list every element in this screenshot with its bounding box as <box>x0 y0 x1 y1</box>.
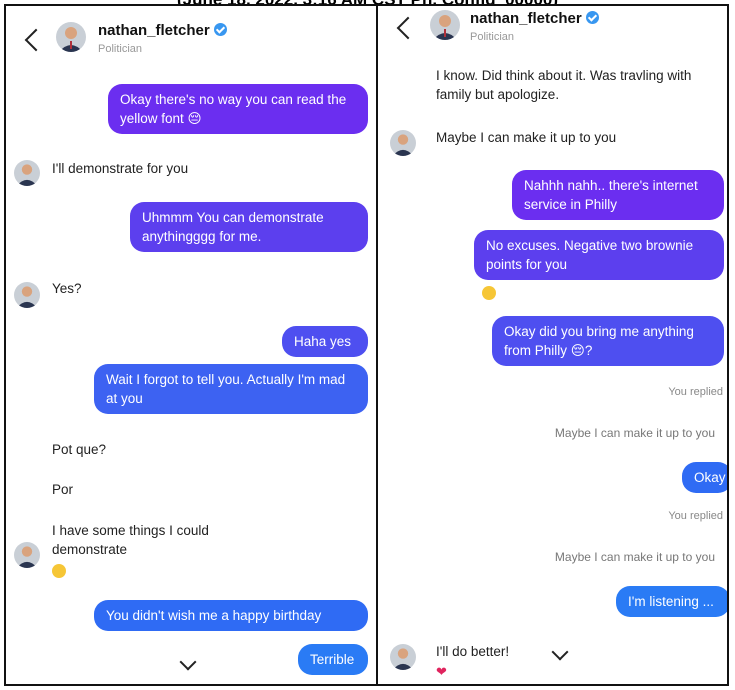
avatar <box>14 282 40 308</box>
message-bubble-sent[interactable]: Haha yes <box>282 326 368 357</box>
back-icon[interactable] <box>396 16 420 40</box>
message-received[interactable]: I'll do better! <box>436 642 509 661</box>
avatar <box>390 130 416 156</box>
chevron-down-icon[interactable] <box>551 643 569 661</box>
message-received[interactable]: Por <box>52 480 73 499</box>
message-bubble-sent[interactable]: Nahhh nahh.. there's internet service in… <box>512 170 724 220</box>
message-bubble-sent[interactable]: You didn't wish me a happy birthday <box>94 600 368 631</box>
message-received[interactable]: I'll demonstrate for you <box>52 159 188 178</box>
header-subtitle: Politician <box>470 31 515 43</box>
message-bubble-sent[interactable]: Uhmmm You can demonstrate anythingggg fo… <box>130 202 368 252</box>
chevron-down-icon[interactable] <box>179 653 197 671</box>
quoted-message[interactable]: Maybe I can make it up to you <box>555 426 715 440</box>
left-chat-panel: nathan_fletcher Politician Okay there's … <box>6 6 376 684</box>
message-bubble-sent[interactable]: Okay <box>682 462 727 493</box>
heart-icon: ❤ <box>436 664 447 679</box>
message-received[interactable]: I know. Did think about it. Was travling… <box>436 66 706 104</box>
message-bubble-sent[interactable]: Okay did you bring me anything from Phil… <box>492 316 724 366</box>
quoted-message[interactable]: Maybe I can make it up to you <box>555 550 715 564</box>
avatar[interactable] <box>56 22 86 52</box>
emoji-face-icon <box>52 564 66 578</box>
message-bubble-sent[interactable]: Terrible <box>298 644 368 675</box>
message-bubble-sent[interactable]: Okay there's no way you can read the yel… <box>108 84 368 134</box>
message-received[interactable]: Yes? <box>52 279 82 298</box>
screenshot-frame: nathan_fletcher Politician Okay there's … <box>4 4 729 686</box>
message-received[interactable]: Pot que? <box>52 440 106 459</box>
avatar[interactable] <box>430 10 460 40</box>
right-chat-panel: nathan_fletcher Politician I know. Did t… <box>378 6 727 684</box>
avatar <box>390 644 416 670</box>
header-username[interactable]: nathan_fletcher <box>470 10 599 27</box>
message-received[interactable]: Maybe I can make it up to you <box>436 128 616 147</box>
message-bubble-sent[interactable]: No excuses. Negative two brownie points … <box>474 230 724 280</box>
message-received[interactable]: I have some things I could demonstrate <box>52 521 282 559</box>
avatar <box>14 160 40 186</box>
reply-label: You replied <box>668 510 723 522</box>
emoji-face-icon <box>482 286 496 300</box>
back-icon[interactable] <box>24 28 48 52</box>
header-subtitle: Politician <box>98 43 143 55</box>
header-username[interactable]: nathan_fletcher <box>98 22 227 39</box>
message-bubble-sent[interactable]: I'm listening ... <box>616 586 727 617</box>
avatar <box>14 542 40 568</box>
verified-icon <box>213 23 227 36</box>
verified-icon <box>585 11 599 24</box>
reply-label: You replied <box>668 386 723 398</box>
message-bubble-sent[interactable]: Wait I forgot to tell you. Actually I'm … <box>94 364 368 414</box>
